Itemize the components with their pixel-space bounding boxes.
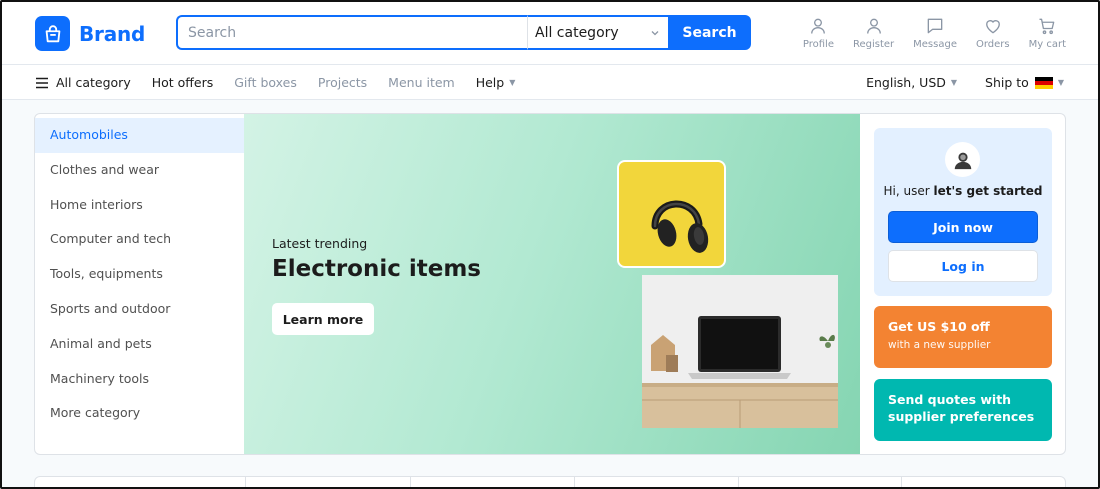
category-item-sports[interactable]: Sports and outdoor	[35, 292, 244, 327]
user-icon	[866, 18, 881, 34]
category-item-machinery[interactable]: Machinery tools	[35, 362, 244, 397]
search-input[interactable]	[176, 15, 527, 50]
language-label: English, USD	[866, 75, 946, 90]
ship-to-select[interactable]: Ship to ▼	[985, 75, 1064, 90]
hero-section: Automobiles Clothes and wear Home interi…	[34, 113, 1066, 455]
headphones-image	[617, 160, 726, 268]
category-item-computer-tech[interactable]: Computer and tech	[35, 222, 244, 257]
avatar	[945, 142, 980, 177]
right-panel: Hi, user let's get started Join now Log …	[874, 128, 1052, 441]
learn-more-button[interactable]: Learn more	[272, 303, 374, 335]
top-header: Brand All category Search Profile Regist…	[0, 0, 1100, 65]
promo-discount-title: Get US $10 off	[888, 319, 990, 334]
category-item-clothes[interactable]: Clothes and wear	[35, 153, 244, 188]
category-list: Automobiles Clothes and wear Home interi…	[35, 118, 244, 431]
laptop-image	[642, 275, 838, 428]
category-select-value: All category	[535, 24, 619, 41]
hero-banner: Latest trending Electronic items Learn m…	[244, 114, 860, 454]
banner-title: Electronic items	[272, 256, 481, 282]
ship-to-label: Ship to	[985, 75, 1029, 90]
category-item-animals[interactable]: Animal and pets	[35, 327, 244, 362]
nav-item-gift-boxes[interactable]: Gift boxes	[234, 75, 297, 90]
log-in-button[interactable]: Log in	[888, 250, 1038, 282]
all-category-label: All category	[56, 75, 131, 90]
shopping-bag-icon	[35, 16, 70, 51]
brand-name: Brand	[79, 21, 146, 46]
category-select[interactable]: All category	[527, 15, 668, 50]
cart-button[interactable]: My cart	[1029, 16, 1066, 50]
language-currency-select[interactable]: English, USD ▼	[866, 75, 957, 90]
search-bar: All category Search	[176, 15, 751, 50]
promo-quotes-card[interactable]: Send quotes with supplier preferences	[874, 379, 1052, 441]
menu-icon	[36, 77, 48, 88]
help-label: Help	[475, 75, 505, 90]
chevron-down-icon	[651, 30, 659, 35]
category-item-automobiles[interactable]: Automobiles	[35, 118, 244, 153]
profile-button[interactable]: Profile	[803, 16, 834, 50]
nav-item-help[interactable]: Help ▼	[476, 75, 516, 90]
join-now-button[interactable]: Join now	[888, 211, 1038, 243]
chevron-down-icon: ▼	[950, 78, 958, 87]
register-label: Register	[852, 39, 895, 50]
greeting-bold: let's get started	[933, 184, 1043, 198]
promo-discount-card[interactable]: Get US $10 off with a new supplier	[874, 306, 1052, 368]
banner-subtitle: Latest trending	[272, 236, 368, 251]
nav-item-projects[interactable]: Projects	[318, 75, 367, 90]
promo-quotes-title: Send quotes with supplier preferences	[888, 392, 1035, 424]
user-avatar-icon	[954, 152, 971, 169]
cart-icon	[1039, 18, 1055, 35]
message-button[interactable]: Message	[913, 16, 957, 50]
user-card: Hi, user let's get started Join now Log …	[874, 128, 1052, 296]
all-category-menu[interactable]: All category	[35, 75, 131, 90]
message-label: Message	[913, 39, 957, 50]
header-actions: Profile Register Message Orders My cart	[803, 16, 1066, 50]
register-button[interactable]: Register	[853, 16, 894, 50]
user-greeting: Hi, user let's get started	[874, 184, 1052, 198]
search-button[interactable]: Search	[668, 15, 751, 50]
user-icon	[811, 18, 826, 34]
category-item-home-interiors[interactable]: Home interiors	[35, 188, 244, 223]
sub-navigation: All category Hot offers Gift boxes Proje…	[0, 65, 1100, 100]
category-item-tools[interactable]: Tools, equipments	[35, 257, 244, 292]
chevron-down-icon: ▼	[509, 78, 516, 87]
orders-button[interactable]: Orders	[976, 16, 1010, 50]
cart-label: My cart	[1028, 39, 1066, 50]
nav-item-menu-item[interactable]: Menu item	[388, 75, 455, 90]
brand-logo-link[interactable]: Brand	[35, 16, 145, 51]
heart-icon	[985, 20, 1000, 34]
deals-section-top	[34, 476, 1066, 489]
profile-label: Profile	[802, 39, 834, 50]
message-icon	[927, 18, 943, 34]
germany-flag-icon	[1034, 76, 1053, 89]
category-item-more[interactable]: More category	[35, 396, 244, 431]
chevron-down-icon: ▼	[1057, 78, 1064, 87]
orders-label: Orders	[975, 39, 1010, 50]
promo-discount-subtitle: with a new supplier	[888, 339, 991, 351]
nav-item-hot-offers[interactable]: Hot offers	[152, 75, 214, 90]
greeting-prefix: Hi, user	[883, 184, 930, 198]
